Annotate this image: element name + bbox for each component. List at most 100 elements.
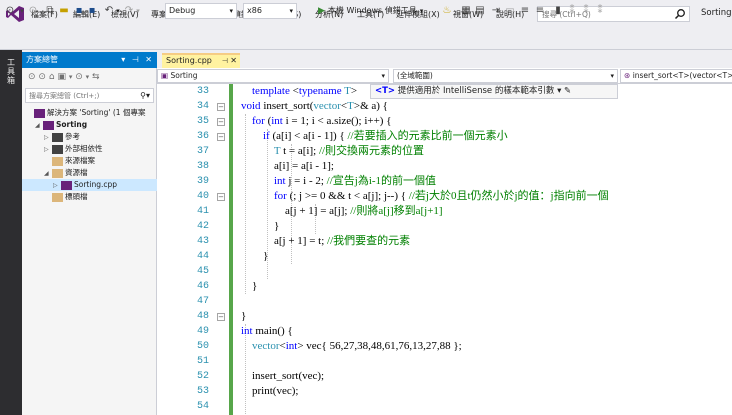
chevron-down-icon: ▾ (229, 7, 233, 15)
solution-explorer-search[interactable]: ⚲▾ (25, 88, 154, 103)
home-icon[interactable]: ⌂ (49, 72, 55, 82)
code-editor[interactable]: 33 34 35 36 37 38 39 40 41 42 43 44 45 46 47 48 49 50 51 52… (157, 84, 732, 415)
intellisense-template-bar[interactable]: <T> 提供適用於 IntelliSense 的樣本範本引數 ▾ ✎ (370, 84, 618, 99)
search-icon[interactable] (674, 8, 686, 20)
folder-icon (52, 168, 63, 178)
switch-views-icon[interactable]: ▣ (57, 72, 66, 82)
undo-dropdown-icon[interactable]: ▾ (114, 3, 122, 19)
line-number: 44 (196, 251, 209, 262)
collapse-icon[interactable]: − (217, 313, 225, 321)
line-number: 52 (196, 371, 209, 382)
start-debugging-label: 本機 Windows 偵錯工具 (327, 6, 417, 15)
solution-name: Sorting (701, 8, 732, 18)
code-line-48: } (241, 310, 247, 322)
tab-sorting-cpp[interactable]: Sorting.cpp ⊣ ✕ (162, 53, 240, 68)
tree-item[interactable]: ◢ 資源檔 (22, 167, 157, 179)
collapse-icon[interactable]: − (217, 133, 225, 141)
close-icon[interactable]: ✕ (230, 55, 237, 67)
toolbar-icon[interactable]: ≡ (519, 3, 531, 19)
template-param[interactable]: <T> (375, 86, 395, 96)
open-folder-icon[interactable]: ▬ (58, 3, 70, 19)
project-dropdown[interactable]: ▣ Sorting ▾ (157, 69, 389, 83)
forward-icon[interactable]: ⊙ (38, 72, 46, 82)
dropdown-arrow-icon[interactable]: ▾ (17, 3, 27, 19)
code-line-41: a[j + 1] = a[j]; //則將a[j]移到a[j+1] (241, 205, 443, 217)
tree-item[interactable]: ▷ Sorting.cpp (22, 179, 157, 191)
member-value: insert_sort<T>(vector<T> (632, 71, 732, 80)
tree-item-label: Sorting.cpp (74, 180, 118, 189)
solution-explorer-search-input[interactable] (26, 89, 129, 102)
toolbar-icon[interactable]: ⁑ (566, 3, 578, 19)
bookmark-icon[interactable]: ▮ (552, 3, 564, 19)
tree-item[interactable]: ▷ 參考 (22, 131, 157, 143)
chevron-down-icon[interactable]: ▾ (86, 73, 90, 81)
code-line-43: a[j + 1] = t; //我們要查的元素 (241, 235, 411, 247)
project-value: Sorting (170, 71, 198, 80)
folder-icon (52, 192, 63, 202)
toolbar-icon[interactable]: ≡ (534, 3, 546, 19)
line-number: 38 (196, 161, 209, 172)
line-number: 43 (196, 236, 209, 247)
back-icon[interactable]: ⊙ (4, 3, 16, 19)
toolbar-icon[interactable]: ⁑ (580, 3, 592, 19)
collapse-icon[interactable]: − (217, 118, 225, 126)
chevron-down-icon[interactable]: ▾ (121, 55, 125, 64)
save-all-icon[interactable]: ▪ (86, 3, 98, 19)
line-number-gutter: 33 34 35 36 37 38 39 40 41 42 43 44 45 46 47 48 49 50 51 52… (157, 84, 213, 415)
start-debugging-button[interactable]: ▶ 本機 Windows 偵錯工具 ▾ (318, 3, 423, 19)
member-dropdown[interactable]: ⊛ insert_sort<T>(vector<T> (620, 69, 732, 83)
tree-item-label: Sorting (56, 120, 88, 129)
code-line-49: int main() { (241, 325, 293, 337)
toolbar-icon[interactable]: ▤ (474, 3, 486, 19)
play-icon: ▶ (318, 6, 325, 16)
line-number: 48 (196, 311, 209, 322)
tree-item[interactable]: 解決方案 'Sorting' (1 個專案 (22, 107, 157, 119)
pin-icon[interactable]: ⊣ (132, 55, 139, 64)
tree-item[interactable]: 來源檔案 (22, 155, 157, 167)
solution-configuration-dropdown[interactable]: Debug ▾ (165, 3, 237, 19)
forward-icon[interactable]: ⊙ (27, 3, 39, 19)
change-tracking-bar (229, 84, 233, 415)
scope-dropdown[interactable]: (全域範圍) ▾ (393, 69, 618, 83)
solution-explorer: 方案總管 ▾ ⊣ ✕ ⊙ ⊙ ⌂ ▣ ▾ ⊙ ▾ ⇆ ⚲▾ 解決方案 'Sort… (22, 52, 157, 415)
sync-icon[interactable]: ⇆ (92, 72, 100, 82)
close-icon[interactable]: ✕ (145, 55, 152, 64)
redo-dropdown-icon[interactable]: ▾ (134, 3, 142, 19)
code-line-39: int j = i - 2; //宣告j為i-1的前一個值 (274, 175, 437, 187)
line-number: 42 (196, 221, 209, 232)
line-number: 41 (196, 206, 209, 217)
line-number: 37 (196, 146, 209, 157)
collapse-icon[interactable]: − (217, 103, 225, 111)
line-number: 46 (196, 281, 209, 292)
line-number: 51 (196, 356, 209, 367)
toolbar-icon[interactable]: ⁑ (594, 3, 606, 19)
new-project-icon[interactable]: ⧉ (44, 3, 56, 19)
toolbox-tab[interactable]: 工具箱 (4, 58, 18, 85)
toolbar (0, 28, 732, 50)
tree-item[interactable]: ▷ 外部相依性 (22, 143, 157, 155)
chevron-down-icon[interactable]: ▾ (69, 73, 73, 81)
toolbar-icon[interactable]: ⇥ (490, 3, 502, 19)
pending-changes-icon[interactable]: ⊙ (75, 72, 83, 82)
pin-icon[interactable]: ⊣ (222, 55, 228, 67)
external-deps-icon (52, 144, 63, 154)
back-icon[interactable]: ⊙ (28, 72, 36, 82)
tree-item[interactable]: ◢ Sorting (22, 119, 157, 131)
project-icon (43, 120, 54, 130)
search-icon[interactable]: ⚲▾ (140, 89, 150, 102)
code-line-38: a[i] = a[i - 1]; (241, 160, 334, 172)
toolbox-strip (0, 50, 22, 415)
tree-item-label: 來源檔案 (65, 156, 95, 165)
toolbar-icon[interactable]: ▭ (504, 3, 516, 19)
tree-item[interactable]: 標頭檔 (22, 191, 157, 203)
document-tab-row: Sorting.cpp ⊣ ✕ (157, 52, 732, 68)
solution-platform-dropdown[interactable]: x86 ▾ (243, 3, 297, 19)
line-number: 53 (196, 386, 209, 397)
collapse-icon[interactable]: − (217, 193, 225, 201)
cpp-file-icon (61, 180, 72, 190)
save-icon[interactable]: ▪ (73, 3, 85, 19)
diagnostic-icon[interactable]: ▦ (460, 3, 472, 19)
line-number: 34 (196, 101, 209, 112)
hot-reload-icon[interactable]: ♨ (441, 3, 453, 19)
